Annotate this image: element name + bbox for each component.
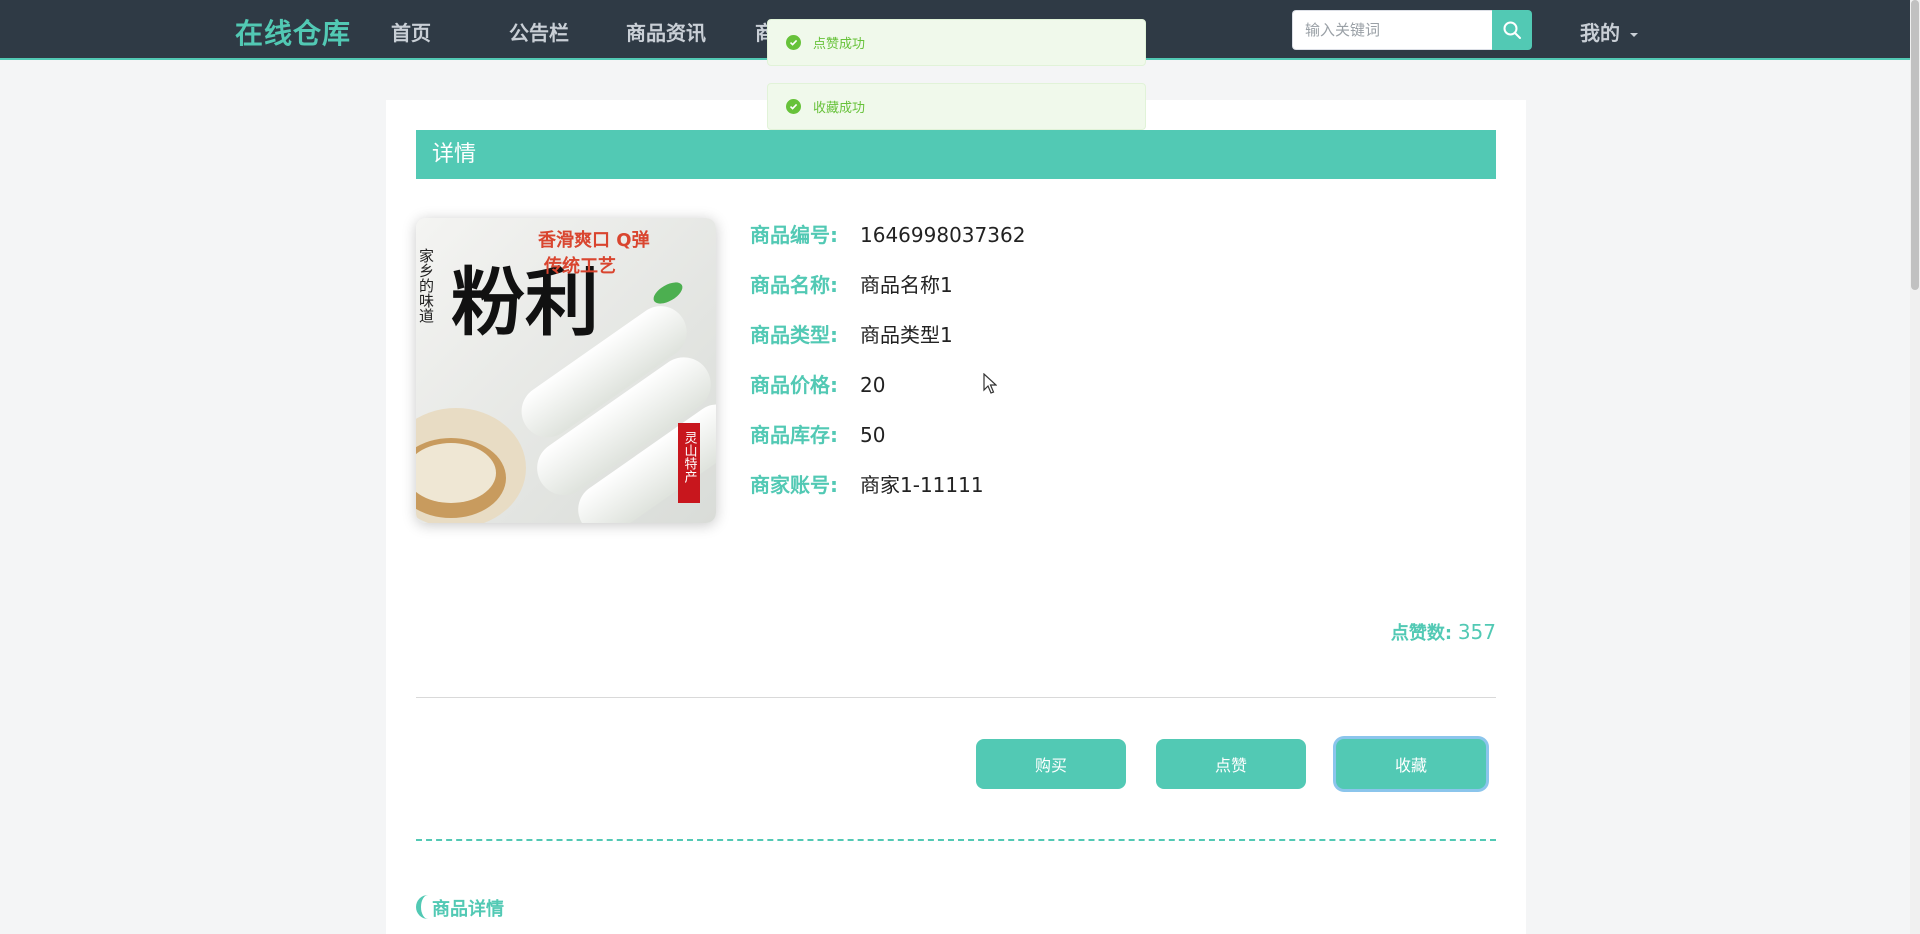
like-count-label: 点赞数: <box>1390 623 1453 644</box>
nav-item-news[interactable]: 商品资讯 <box>626 17 706 46</box>
mouse-cursor-icon <box>983 373 997 394</box>
page-scrollbar[interactable] <box>1910 0 1920 934</box>
divider <box>416 697 1496 698</box>
image-slogan-2: 传统工艺 <box>543 255 616 277</box>
search-input[interactable] <box>1292 10 1492 50</box>
section-header: 详情 <box>416 130 1496 179</box>
toast-message: 点赞成功 <box>813 37 866 52</box>
product-image: 粉利 家乡的味道 香滑爽口 Q弹 传统工艺 灵山特产 <box>416 218 716 523</box>
brand-logo[interactable]: 在线仓库 <box>235 12 351 52</box>
field-product-id: 商品编号: 1646998037362 <box>750 219 1025 249</box>
search-icon <box>1503 21 1521 39</box>
success-check-icon <box>786 35 801 50</box>
field-label: 商品价格: <box>750 373 838 397</box>
user-menu-label: 我的 <box>1580 21 1620 45</box>
toast-message: 收藏成功 <box>813 101 866 116</box>
user-menu[interactable]: 我的 <box>1580 17 1638 46</box>
product-detail-card: 详情 粉利 家乡的味道 香滑爽口 Q弹 传统工艺 灵山特产 商品编号: 1646… <box>386 100 1526 934</box>
field-label: 商品库存: <box>750 423 838 447</box>
search-button[interactable] <box>1492 10 1532 50</box>
field-value: 商家1-11111 <box>860 473 984 497</box>
field-label: 商品编号: <box>750 223 838 247</box>
caret-down-icon <box>1630 32 1638 37</box>
field-value: 商品名称1 <box>860 273 953 297</box>
toast-favorite-success: 收藏成功 <box>767 83 1146 130</box>
field-product-name: 商品名称: 商品名称1 <box>750 269 953 299</box>
field-product-stock: 商品库存: 50 <box>750 419 885 449</box>
field-value: 50 <box>860 423 886 447</box>
like-count: 点赞数: 357 <box>1391 619 1496 645</box>
image-side-text: 家乡的味道 <box>417 248 435 323</box>
scrollbar-thumb[interactable] <box>1911 0 1919 290</box>
like-count-value: 357 <box>1457 620 1496 644</box>
field-label: 商家账号: <box>750 473 838 497</box>
like-button[interactable]: 点赞 <box>1156 739 1306 789</box>
nav-item-notice[interactable]: 公告栏 <box>509 17 569 46</box>
dashed-divider <box>416 839 1496 841</box>
field-value: 20 <box>860 373 886 397</box>
product-description-title: 商品详情 <box>416 895 504 921</box>
field-product-price: 商品价格: 20 <box>750 369 885 399</box>
field-value: 1646998037362 <box>860 223 1026 247</box>
field-merchant-account: 商家账号: 商家1-11111 <box>750 469 984 499</box>
success-check-icon <box>786 99 801 114</box>
buy-button[interactable]: 购买 <box>976 739 1126 789</box>
image-slogan-1: 香滑爽口 Q弹 <box>537 229 650 251</box>
toast-like-success: 点赞成功 <box>767 19 1146 66</box>
field-label: 商品类型: <box>750 323 838 347</box>
favorite-button[interactable]: 收藏 <box>1336 739 1486 789</box>
image-stamp-text: 灵山特产 <box>682 431 698 484</box>
nav-item-home[interactable]: 首页 <box>391 17 431 46</box>
field-label: 商品名称: <box>750 273 838 297</box>
field-value: 商品类型1 <box>860 323 953 347</box>
field-product-type: 商品类型: 商品类型1 <box>750 319 953 349</box>
